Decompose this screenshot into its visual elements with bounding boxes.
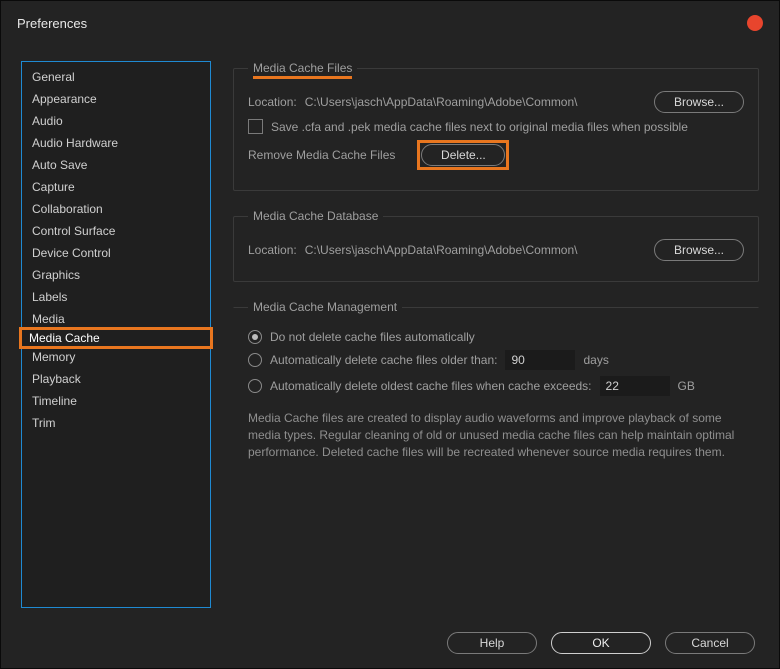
size-unit: GB xyxy=(678,379,695,393)
radio-do-not-delete-label: Do not delete cache files automatically xyxy=(270,330,475,344)
preferences-window: Preferences General Appearance Audio Aud… xyxy=(1,1,779,668)
cache-db-location-path: C:\Users\jasch\AppData\Roaming\Adobe\Com… xyxy=(305,243,578,257)
radio-do-not-delete[interactable] xyxy=(248,330,262,344)
sidebar-item-audio-hardware[interactable]: Audio Hardware xyxy=(22,132,210,154)
sidebar-item-memory[interactable]: Memory xyxy=(22,346,210,368)
delete-highlight: Delete... xyxy=(417,140,509,170)
cache-db-location-label: Location: xyxy=(248,243,297,257)
remove-cache-label: Remove Media Cache Files xyxy=(248,148,395,162)
sidebar-item-labels[interactable]: Labels xyxy=(22,286,210,308)
sidebar-item-graphics[interactable]: Graphics xyxy=(22,264,210,286)
titlebar: Preferences xyxy=(1,1,779,45)
radio-delete-older-than-label: Automatically delete cache files older t… xyxy=(270,353,497,367)
media-cache-files-legend-text: Media Cache Files xyxy=(253,61,352,79)
age-unit: days xyxy=(583,353,608,367)
media-cache-management-legend: Media Cache Management xyxy=(248,300,402,314)
cache-files-browse-button[interactable]: Browse... xyxy=(654,91,744,113)
sidebar-item-timeline[interactable]: Timeline xyxy=(22,390,210,412)
media-cache-database-group: Media Cache Database Location: C:\Users\… xyxy=(233,209,759,282)
radio-delete-when-exceeds[interactable] xyxy=(248,379,262,393)
sidebar-item-auto-save[interactable]: Auto Save xyxy=(22,154,210,176)
delete-button[interactable]: Delete... xyxy=(421,144,505,166)
radio-delete-older-than[interactable] xyxy=(248,353,262,367)
ok-button[interactable]: OK xyxy=(551,632,651,654)
radio-delete-when-exceeds-label: Automatically delete oldest cache files … xyxy=(270,379,592,393)
sidebar-item-trim[interactable]: Trim xyxy=(22,412,210,434)
sidebar-item-capture[interactable]: Capture xyxy=(22,176,210,198)
media-cache-files-group: Media Cache Files Location: C:\Users\jas… xyxy=(233,61,759,191)
save-next-to-label: Save .cfa and .pek media cache files nex… xyxy=(271,120,688,134)
media-cache-files-legend: Media Cache Files xyxy=(248,61,357,75)
sidebar-item-device-control[interactable]: Device Control xyxy=(22,242,210,264)
window-title: Preferences xyxy=(17,16,87,31)
media-cache-management-group: Media Cache Management Do not delete cac… xyxy=(233,300,759,476)
settings-panel: Media Cache Files Location: C:\Users\jas… xyxy=(233,61,759,608)
category-sidebar: General Appearance Audio Audio Hardware … xyxy=(21,61,211,608)
age-input[interactable] xyxy=(505,350,575,370)
save-next-to-checkbox[interactable] xyxy=(248,119,263,134)
sidebar-item-control-surface[interactable]: Control Surface xyxy=(22,220,210,242)
dialog-footer: Help OK Cancel xyxy=(1,632,779,654)
cancel-button[interactable]: Cancel xyxy=(665,632,755,654)
sidebar-item-audio[interactable]: Audio xyxy=(22,110,210,132)
help-button[interactable]: Help xyxy=(447,632,537,654)
sidebar-item-appearance[interactable]: Appearance xyxy=(22,88,210,110)
sidebar-item-playback[interactable]: Playback xyxy=(22,368,210,390)
sidebar-item-general[interactable]: General xyxy=(22,66,210,88)
size-input[interactable] xyxy=(600,376,670,396)
cache-db-browse-button[interactable]: Browse... xyxy=(654,239,744,261)
content-area: General Appearance Audio Audio Hardware … xyxy=(21,61,759,608)
sidebar-item-collaboration[interactable]: Collaboration xyxy=(22,198,210,220)
cache-files-location-path: C:\Users\jasch\AppData\Roaming\Adobe\Com… xyxy=(305,95,578,109)
close-icon[interactable] xyxy=(747,15,763,31)
media-cache-database-legend: Media Cache Database xyxy=(248,209,383,223)
management-description: Media Cache files are created to display… xyxy=(248,410,744,461)
cache-files-location-label: Location: xyxy=(248,95,297,109)
